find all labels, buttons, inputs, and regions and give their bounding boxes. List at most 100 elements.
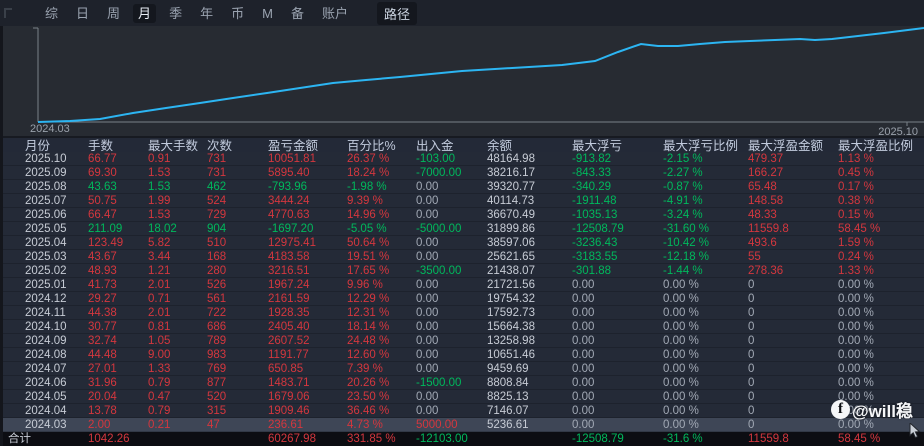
- cell: 0.00 %: [663, 349, 699, 361]
- col-header-12[interactable]: 最大浮盈比例: [838, 138, 924, 152]
- cell: 650.85: [268, 363, 304, 375]
- cell: -31.60 %: [663, 223, 710, 235]
- menu-item-group: 综日周月季年币 M 备账户: [40, 3, 361, 23]
- cell: 0.00: [572, 279, 595, 291]
- col-header-3[interactable]: 最大手数: [148, 138, 207, 152]
- cell: 2025.04: [25, 237, 67, 249]
- table-row-2024.08[interactable]: 2024.08 44.48 9.00 983 1191.77 12.60 % 0.00 106…: [0, 348, 924, 362]
- cell: 0.00: [416, 391, 439, 403]
- cell: 315: [207, 405, 227, 417]
- table-row-2024.11[interactable]: 2024.11 44.38 2.01 722 1928.35 12.31 % 0.00 175…: [0, 306, 924, 320]
- cell: 12.31 %: [347, 307, 390, 319]
- menu-item-3[interactable]: 周: [102, 4, 125, 23]
- table-row-2025.05[interactable]: 2025.05 211.09 18.02 904 -1697.20 -5.05 % -500…: [0, 222, 924, 236]
- cell: 722: [207, 307, 227, 319]
- cell: 0: [748, 321, 755, 333]
- cell: 526: [207, 279, 227, 291]
- cell: 1.53: [148, 181, 171, 193]
- cell: -103.00: [416, 153, 456, 165]
- cell: 26.37 %: [347, 153, 390, 165]
- cell: -12103.00: [416, 433, 468, 445]
- cell: 123.49: [88, 237, 124, 249]
- col-header-4[interactable]: 次数: [207, 138, 268, 152]
- cell: 0.79: [148, 405, 171, 417]
- cell: 66.77: [88, 153, 117, 165]
- cell: 0.00: [416, 181, 439, 193]
- table-row-2025.02[interactable]: 2025.02 48.93 1.21 280 3216.51 17.65 % -3500.0…: [0, 264, 924, 278]
- cell: 510: [207, 237, 227, 249]
- cell: 12.29 %: [347, 293, 390, 305]
- menu-item-1[interactable]: 综: [40, 4, 63, 23]
- cell: 0.79: [148, 377, 171, 389]
- table-row-2025.06[interactable]: 2025.06 66.47 1.53 729 4770.63 14.96 % 0.00 366…: [0, 208, 924, 222]
- table-row-2025.10[interactable]: 2025.10 66.77 0.91 731 10051.81 26.37 % -103.0…: [0, 152, 924, 166]
- window-left-edge: [0, 26, 3, 446]
- cell: 4.73 %: [347, 419, 383, 431]
- cell: 2025.02: [25, 265, 67, 277]
- table-row-2025.07[interactable]: 2025.07 50.75 1.99 524 3444.24 9.39 % 0.00 4011…: [0, 194, 924, 208]
- table-row-2024.10[interactable]: 2024.10 30.77 0.81 686 2405.40 18.14 % 0.00 156…: [0, 320, 924, 334]
- table-row-2025.03[interactable]: 2025.03 43.67 3.44 168 4183.58 19.51 % 0.00 256…: [0, 250, 924, 264]
- table-row-2025.09[interactable]: 2025.09 69.30 1.53 731 5895.40 18.24 % -7000.0…: [0, 166, 924, 180]
- cell: 2025.08: [25, 181, 67, 193]
- cell: 0.00 %: [663, 279, 699, 291]
- menu-item-10[interactable]: 账户: [317, 4, 353, 23]
- cell: 166.27: [748, 167, 784, 179]
- table-row-2024.09[interactable]: 2024.09 32.74 1.05 789 2607.52 24.48 % 0.00 132…: [0, 334, 924, 348]
- col-header-9[interactable]: 最大浮亏: [572, 138, 663, 152]
- col-header-1[interactable]: 月份: [25, 138, 88, 152]
- facebook-icon: f: [831, 400, 850, 419]
- cell: -3183.55: [572, 251, 618, 263]
- cell: 904: [207, 223, 227, 235]
- table-row-2024.07[interactable]: 2024.07 27.01 1.33 769 650.85 7.39 % 0.00 9459.…: [0, 362, 924, 376]
- col-header-11[interactable]: 最大浮盈金额: [748, 138, 838, 152]
- table-total-row: 合计 1042.26 60267.98 331.85 % -12103.00 -12508…: [0, 432, 924, 446]
- menu-item-6[interactable]: 年: [195, 4, 218, 23]
- cell: 0.00 %: [663, 293, 699, 305]
- cell: 2025.07: [25, 195, 67, 207]
- col-header-5[interactable]: 盈亏金额: [268, 138, 347, 152]
- cell: 0.00 %: [663, 391, 699, 403]
- table-row-2025.01[interactable]: 2025.01 41.73 2.01 526 1967.24 9.96 % 0.00 2172…: [0, 278, 924, 292]
- cell: 0.00 %: [838, 349, 874, 361]
- path-button[interactable]: 路径: [376, 1, 417, 25]
- menu-item-5[interactable]: 季: [164, 4, 187, 23]
- table-row-2024.06[interactable]: 2024.06 31.96 0.79 877 1483.71 20.26 % -1500.0…: [0, 376, 924, 390]
- cell: 7146.07: [487, 405, 529, 417]
- cell: 0: [748, 293, 755, 305]
- cell: 1.13 %: [838, 153, 874, 165]
- cell: 0.00 %: [663, 307, 699, 319]
- menu-item-2[interactable]: 日: [71, 4, 94, 23]
- cell: 2025.09: [25, 167, 67, 179]
- cell: 7.39 %: [347, 363, 383, 375]
- col-header-10[interactable]: 最大浮亏比例: [663, 138, 748, 152]
- col-header-6[interactable]: 百分比%: [347, 138, 416, 152]
- cell: 280: [207, 265, 227, 277]
- table-row-2024.03[interactable]: 2024.03 2.00 0.21 47 236.61 4.73 % 5000.00 5236…: [0, 418, 924, 432]
- cell: 0.00: [416, 335, 439, 347]
- menu-item-8[interactable]: M: [257, 4, 278, 23]
- col-header-2[interactable]: 手数: [88, 138, 148, 152]
- mouse-cursor-icon: [909, 421, 921, 444]
- cell: 0.00 %: [663, 321, 699, 333]
- cell: 0.15 %: [838, 209, 874, 221]
- menu-item-9[interactable]: 备: [286, 4, 309, 23]
- col-header-7[interactable]: 出入金: [416, 138, 487, 152]
- cell: 0.00 %: [838, 321, 874, 333]
- cell: 50.64 %: [347, 237, 390, 249]
- cell: 43.67: [88, 251, 117, 263]
- table-row-2024.12[interactable]: 2024.12 29.27 0.71 561 2161.59 12.29 % 0.00 197…: [0, 292, 924, 306]
- cell: 493.6: [748, 237, 777, 249]
- table-row-2024.05[interactable]: 2024.05 20.04 0.47 520 1679.06 23.50 % 0.00 882…: [0, 390, 924, 404]
- menu-item-7[interactable]: 币: [226, 4, 249, 23]
- cell: 0.00: [416, 237, 439, 249]
- table-row-2025.04[interactable]: 2025.04 123.49 5.82 510 12975.41 50.64 % 0.00 3…: [0, 236, 924, 250]
- table-row-2025.08[interactable]: 2025.08 43.63 1.53 462 -793.96 -1.98 % 0.00 393…: [0, 180, 924, 194]
- menu-item-4[interactable]: 月: [133, 4, 157, 23]
- cell: 4183.58: [268, 251, 310, 263]
- cell: 789: [207, 335, 227, 347]
- cell: -5.05 %: [347, 223, 387, 235]
- col-header-8[interactable]: 余额: [487, 138, 572, 152]
- cell: 0.45 %: [838, 167, 874, 179]
- table-row-2024.04[interactable]: 2024.04 13.78 0.79 315 1909.46 36.46 % 0.00 714…: [0, 404, 924, 418]
